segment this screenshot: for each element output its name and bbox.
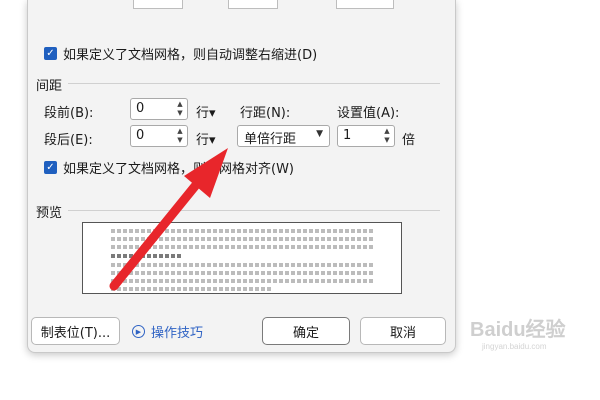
watermark-text: Baidu经验 — [470, 317, 566, 341]
watermark-url: jingyan.baidu.com — [481, 342, 547, 351]
baidu-watermark: Baidu经验 jingyan.baidu.com — [470, 317, 566, 351]
arrow-shaft — [109, 175, 205, 291]
